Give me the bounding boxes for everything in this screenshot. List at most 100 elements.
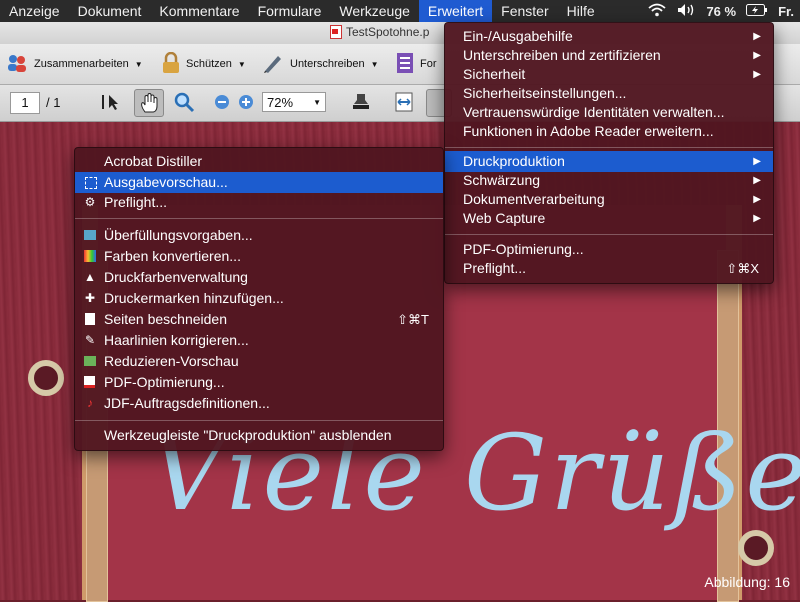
menu-item-label: PDF-Optimierung... bbox=[104, 374, 225, 390]
menu-shortcut: ⇧⌘T bbox=[397, 312, 429, 327]
page-number-input[interactable]: 1 bbox=[10, 92, 40, 114]
zoom-select[interactable]: 72% ▼ bbox=[262, 92, 326, 112]
collaborate-button[interactable]: Zusammenarbeiten ▼ bbox=[6, 52, 143, 76]
marquee-zoom-icon[interactable] bbox=[173, 91, 195, 116]
dropdown-arrow-icon: ▼ bbox=[237, 59, 246, 69]
select-text-icon[interactable] bbox=[100, 92, 120, 115]
menubar-status: 76 % Fr. bbox=[648, 0, 800, 22]
trap-presets-icon bbox=[84, 230, 96, 240]
people-icon bbox=[6, 53, 28, 76]
pdf-optimizer-icon bbox=[84, 376, 95, 388]
menu-separator bbox=[445, 147, 773, 148]
menu-formulare[interactable]: Formulare bbox=[249, 0, 331, 22]
menu-fenster[interactable]: Fenster bbox=[492, 0, 557, 22]
battery-icon[interactable] bbox=[746, 3, 768, 19]
zoom-value: 72% bbox=[267, 95, 294, 110]
dropdown-arrow-icon: ▼ bbox=[370, 59, 379, 69]
menu-item-label: Acrobat Distiller bbox=[104, 153, 203, 169]
printer-marks-icon: ✚ bbox=[84, 291, 96, 305]
wifi-icon[interactable] bbox=[648, 3, 667, 20]
menu-dokument[interactable]: Dokument bbox=[69, 0, 151, 22]
clock[interactable]: Fr. bbox=[778, 4, 794, 19]
menu-item-print-production[interactable]: Druckproduktion ▶ bbox=[445, 151, 773, 172]
menu-shortcut: ⇧⌘X bbox=[726, 261, 759, 276]
fit-width-icon[interactable] bbox=[394, 91, 414, 116]
convert-colors-icon bbox=[84, 250, 96, 262]
menu-item-convert-colors[interactable]: Farben konvertieren... bbox=[75, 246, 443, 267]
ring-left bbox=[28, 360, 64, 396]
menu-item-trap-presets[interactable]: Überfüllungsvorgaben... bbox=[75, 225, 443, 246]
menu-item-label: Web Capture bbox=[463, 210, 546, 226]
menu-item-jdf-job-definitions[interactable]: ♪ JDF-Auftragsdefinitionen... bbox=[75, 393, 443, 414]
menu-item-acrobat-distiller[interactable]: Acrobat Distiller bbox=[75, 151, 443, 172]
protect-button[interactable]: Schützen ▼ bbox=[162, 51, 246, 77]
crop-pages-icon bbox=[85, 313, 95, 325]
menu-item-extend-reader[interactable]: Funktionen in Adobe Reader erweitern... bbox=[445, 121, 773, 142]
menu-werkzeuge[interactable]: Werkzeuge bbox=[330, 0, 419, 22]
menu-item-label: Seiten beschneiden bbox=[104, 311, 227, 327]
flattener-preview-icon bbox=[84, 356, 96, 366]
menu-item-redaction[interactable]: Schwärzung ▶ bbox=[445, 170, 773, 191]
menu-item-label: Ausgabevorschau... bbox=[104, 174, 228, 190]
menu-item-label: Unterschreiben und zertifizieren bbox=[463, 47, 661, 63]
menu-item-pdf-optimizer[interactable]: PDF-Optimierung... bbox=[445, 239, 773, 260]
ink-manager-icon: ▲ bbox=[84, 270, 96, 284]
menu-item-trusted-identities[interactable]: Vertrauenswürdige Identitäten verwalten.… bbox=[445, 102, 773, 123]
battery-percentage[interactable]: 76 % bbox=[706, 4, 736, 19]
menu-item-flattener-preview[interactable]: Reduzieren-Vorschau bbox=[75, 351, 443, 372]
menu-item-label: Vertrauenswürdige Identitäten verwalten.… bbox=[463, 104, 725, 120]
menu-item-label: Werkzeugleiste "Druckproduktion" ausblen… bbox=[104, 427, 392, 443]
menu-item-label: Sicherheit bbox=[463, 66, 526, 82]
page-total: / 1 bbox=[46, 95, 61, 110]
menu-item-label: PDF-Optimierung... bbox=[463, 241, 584, 257]
menu-separator bbox=[75, 420, 443, 421]
collaborate-label: Zusammenarbeiten bbox=[34, 58, 129, 70]
submenu-arrow-icon: ▶ bbox=[753, 175, 761, 186]
menu-item-label: Ein-/Ausgabehilfe bbox=[463, 28, 573, 44]
menu-erweitert[interactable]: Erweitert bbox=[418, 0, 493, 22]
hand-tool-icon[interactable] bbox=[134, 89, 164, 117]
zoom-out-icon[interactable] bbox=[214, 94, 230, 113]
menu-item-crop-pages[interactable]: Seiten beschneiden ⇧⌘T bbox=[75, 309, 443, 330]
menu-item-hide-toolbar[interactable]: Werkzeugleiste "Druckproduktion" ausblen… bbox=[75, 425, 443, 446]
menu-item-output-preview[interactable]: Ausgabevorschau... bbox=[75, 172, 443, 193]
menu-item-security-settings[interactable]: Sicherheitseinstellungen... bbox=[445, 83, 773, 104]
ring-right bbox=[738, 530, 774, 566]
menu-item-label: JDF-Auftragsdefinitionen... bbox=[104, 395, 270, 411]
sign-button[interactable]: Unterschreiben ▼ bbox=[262, 52, 379, 76]
menu-item-ink-manager[interactable]: ▲ Druckfarbenverwaltung bbox=[75, 267, 443, 288]
menu-kommentare[interactable]: Kommentare bbox=[150, 0, 248, 22]
menu-item-label: Farben konvertieren... bbox=[104, 248, 241, 264]
menu-item-sign-certify[interactable]: Unterschreiben und zertifizieren ▶ bbox=[445, 45, 773, 66]
menu-item-label: Haarlinien korrigieren... bbox=[104, 332, 249, 348]
forms-button[interactable]: For bbox=[396, 52, 437, 76]
menu-hilfe[interactable]: Hilfe bbox=[558, 0, 604, 22]
menu-item-web-capture[interactable]: Web Capture ▶ bbox=[445, 208, 773, 229]
menu-item-document-processing[interactable]: Dokumentverarbeitung ▶ bbox=[445, 189, 773, 210]
menu-item-security[interactable]: Sicherheit ▶ bbox=[445, 64, 773, 85]
menu-item-pdf-optimizer[interactable]: PDF-Optimierung... bbox=[75, 372, 443, 393]
menu-item-add-printer-marks[interactable]: ✚ Druckermarken hinzufügen... bbox=[75, 288, 443, 309]
volume-icon[interactable] bbox=[676, 3, 696, 20]
sign-label: Unterschreiben bbox=[290, 58, 365, 70]
zoom-in-icon[interactable] bbox=[238, 94, 254, 113]
dropdown-arrow-icon: ▼ bbox=[313, 98, 321, 107]
menu-item-fix-hairlines[interactable]: ✎ Haarlinien korrigieren... bbox=[75, 330, 443, 351]
menu-item-label: Dokumentverarbeitung bbox=[463, 191, 605, 207]
print-production-submenu: Acrobat Distiller Ausgabevorschau... ⚙ P… bbox=[74, 147, 444, 451]
menu-item-label: Druckproduktion bbox=[463, 153, 565, 169]
figure-label: Abbildung: 16 bbox=[704, 574, 790, 590]
menu-item-preflight[interactable]: Preflight... ⇧⌘X bbox=[445, 258, 773, 279]
menu-item-label: Druckermarken hinzufügen... bbox=[104, 290, 284, 306]
menu-item-label: Überfüllungsvorgaben... bbox=[104, 227, 253, 243]
stamp-icon[interactable] bbox=[350, 91, 372, 116]
pdf-file-icon bbox=[330, 25, 342, 39]
form-icon bbox=[396, 52, 414, 77]
jdf-icon: ♪ bbox=[87, 396, 93, 410]
lock-icon bbox=[162, 51, 180, 77]
menu-item-preflight[interactable]: ⚙ Preflight... bbox=[75, 192, 443, 213]
menu-item-label: Preflight... bbox=[104, 194, 168, 210]
menu-item-accessibility[interactable]: Ein-/Ausgabehilfe ▶ bbox=[445, 26, 773, 47]
menu-separator bbox=[75, 218, 443, 219]
menu-anzeige[interactable]: Anzeige bbox=[0, 0, 69, 22]
